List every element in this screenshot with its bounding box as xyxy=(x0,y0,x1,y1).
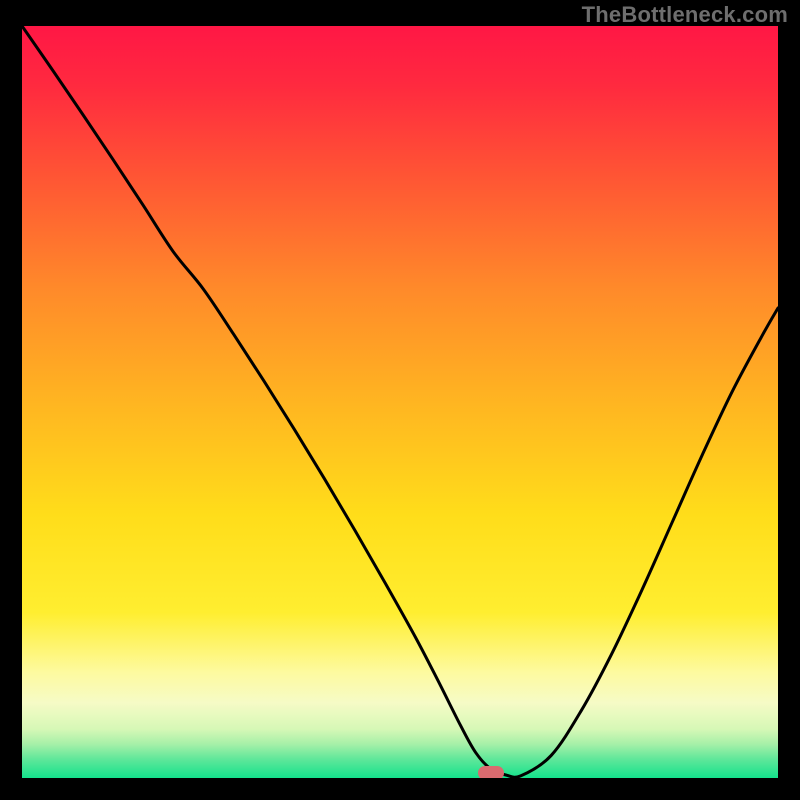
watermark-text: TheBottleneck.com xyxy=(582,2,788,28)
bottleneck-curve xyxy=(22,26,778,777)
optimum-marker xyxy=(478,766,504,778)
chart-frame: TheBottleneck.com xyxy=(0,0,800,800)
plot-area xyxy=(22,26,778,778)
curve-layer xyxy=(22,26,778,778)
